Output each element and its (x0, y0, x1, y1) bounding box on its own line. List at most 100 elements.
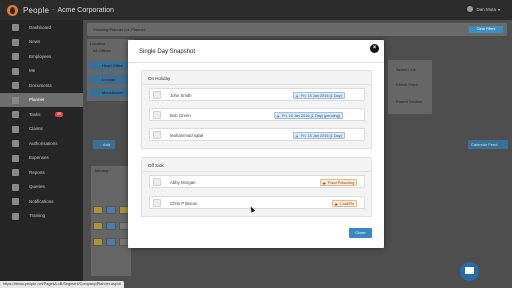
plane-icon: ✈ (295, 93, 299, 99)
employee-name: Bob Green (170, 112, 191, 118)
sickness-reason-badge[interactable]: ✚ Cold/Flu (332, 200, 358, 207)
avatar (153, 91, 161, 99)
sidebar-item-planner[interactable]: Planner (0, 92, 83, 107)
planner-header: Showing Planner for: Planner Clear Filte… (87, 23, 507, 36)
people-logo-icon[interactable] (7, 4, 18, 16)
plane-icon: ✈ (295, 133, 299, 139)
chat-help-icon[interactable] (460, 262, 479, 281)
avatar (153, 131, 161, 139)
list-item[interactable]: Check Point (396, 82, 418, 87)
sidebar-item-expenses[interactable]: Expenses (0, 151, 83, 166)
sidebar-item-label: Documents (29, 82, 52, 88)
sidebar-item-dashboard[interactable]: Dashboard (0, 20, 83, 35)
office-item[interactable]: London (89, 75, 131, 84)
sidebar-item-training[interactable]: Training (0, 209, 83, 224)
list-item[interactable]: Select Line (396, 67, 416, 72)
sidebar-item-label: Notifications (29, 198, 54, 204)
close-icon[interactable]: × (370, 44, 379, 53)
app-name: People (23, 5, 50, 15)
tasks-count-badge: 28 (55, 112, 63, 117)
sidebar-item-tasks[interactable]: Tasks 28 (0, 107, 83, 122)
avatar (153, 178, 161, 186)
modal-divider (128, 62, 384, 63)
app-separator: - (52, 6, 55, 14)
list-item[interactable]: John Smith ✈ Fri, 15 Jan 2016 (1 Day) (149, 88, 365, 101)
queries-icon (12, 183, 19, 191)
employee-name: Abby Morgan (170, 179, 196, 185)
add-button[interactable]: Add (93, 140, 115, 149)
chevron-down-icon: ▾ (497, 6, 500, 12)
sidebar-item-me[interactable]: Me (0, 64, 83, 79)
sidebar-item-label: Queries (29, 184, 45, 190)
company-name: Acme Corporation (57, 6, 114, 14)
close-button[interactable]: Close (349, 228, 372, 238)
off-sick-group: Off Sick Abby Morgan ✚ Food Poisoning Chr… (141, 157, 372, 217)
list-item[interactable]: Abby Morgan ✚ Food Poisoning (149, 175, 365, 188)
month-label: January (94, 168, 109, 173)
list-item[interactable]: Mohammad Iqbal ✈ Fri, 15 Jan 2016 (1 Day) (149, 128, 365, 141)
me-icon (12, 67, 19, 75)
sidebar-item-label: Claims (29, 126, 43, 132)
employee-name: Mohammad Iqbal (170, 132, 204, 138)
clear-filters-button[interactable]: Clear Filters (469, 26, 503, 33)
list-item[interactable]: Parent Section (396, 99, 422, 104)
sidebar-item-notifications[interactable]: Notifications (0, 194, 83, 209)
medical-icon: ✚ (334, 201, 338, 207)
avatar (153, 111, 161, 119)
single-day-snapshot-modal: Single Day Snapshot × On Holiday John Sm… (128, 40, 384, 248)
sidebar-item-label: Me (29, 68, 36, 74)
group-divider (142, 84, 371, 85)
user-menu[interactable]: Dan Muta ▾ (467, 6, 500, 12)
sidebar-item-label: Dashboard (29, 24, 52, 30)
sidebar-item-label: Expenses (29, 155, 49, 161)
authorisations-icon (12, 140, 19, 147)
news-icon (12, 38, 19, 46)
sidebar-item-queries[interactable]: Queries (0, 180, 83, 195)
sidebar-item-reports[interactable]: Reports (0, 165, 83, 180)
calendar-cell[interactable] (93, 238, 103, 246)
dashboard-icon (12, 24, 19, 31)
sidebar-item-news[interactable]: News (0, 35, 83, 50)
sidebar-item-label: Authorisations (29, 140, 58, 146)
avatar (153, 199, 161, 207)
list-item[interactable]: Chris P Bacon ✚ Cold/Flu (149, 196, 365, 209)
status-bar-url: https://demo.people.net/Pages/LoB/Segmen… (0, 281, 124, 288)
user-name: Dan Muta (476, 6, 496, 12)
employees-icon (12, 53, 19, 60)
sidebar-item-label: Planner (29, 97, 45, 103)
right-list-panel: Select Line Check Point Parent Section (388, 60, 432, 114)
tasks-icon (12, 111, 19, 118)
sidebar-item-label: Employees (29, 53, 52, 59)
filter-value[interactable]: All Offices (93, 48, 111, 53)
holiday-date-badge[interactable]: ✈ Fri, 15 Jan 2016 (1 Day) (293, 92, 345, 99)
group-title: Off Sick (148, 163, 164, 168)
modal-title: Single Day Snapshot (139, 49, 196, 55)
sidebar-item-employees[interactable]: Employees (0, 49, 83, 64)
calendar-cell[interactable] (93, 222, 103, 230)
office-item[interactable]: Head Office (89, 61, 131, 70)
sidebar-item-label: Tasks (29, 111, 41, 117)
calendar-feed-button[interactable]: Calendar Feed (468, 140, 508, 149)
planner-header-text: Showing Planner for: Planner (93, 27, 146, 32)
employee-name: Chris P Bacon (170, 200, 198, 206)
sickness-reason-badge[interactable]: ✚ Food Poisoning (320, 179, 358, 186)
list-item[interactable]: Bob Green ✈ Fri, 15 Jan 2016 (1 Day) (pen… (149, 108, 365, 121)
sidebar-item-authorisations[interactable]: Authorisations (0, 136, 83, 151)
sidebar-item-label: Reports (29, 169, 45, 175)
holiday-date-badge[interactable]: ✈ Fri, 15 Jan 2016 (1 Day) (293, 132, 345, 139)
calendar-cell[interactable] (106, 238, 116, 246)
calendar-cell[interactable] (106, 206, 116, 214)
sidebar-item-label: News (29, 39, 41, 45)
calendar-cell[interactable] (93, 206, 103, 214)
holiday-date-badge[interactable]: ✈ Fri, 15 Jan 2016 (1 Day) (pending) (274, 112, 344, 119)
office-item[interactable]: Manchester (89, 88, 131, 97)
user-avatar-icon (467, 6, 474, 12)
reports-icon (12, 169, 19, 176)
sidebar-item-documents[interactable]: Documents (0, 78, 83, 93)
sidebar-item-label: Training (29, 213, 46, 219)
calendar-month-panel: January (91, 166, 131, 276)
calendar-cell[interactable] (106, 222, 116, 230)
notifications-icon (12, 198, 19, 205)
group-divider (142, 171, 371, 172)
sidebar-item-claims[interactable]: Claims (0, 122, 83, 137)
